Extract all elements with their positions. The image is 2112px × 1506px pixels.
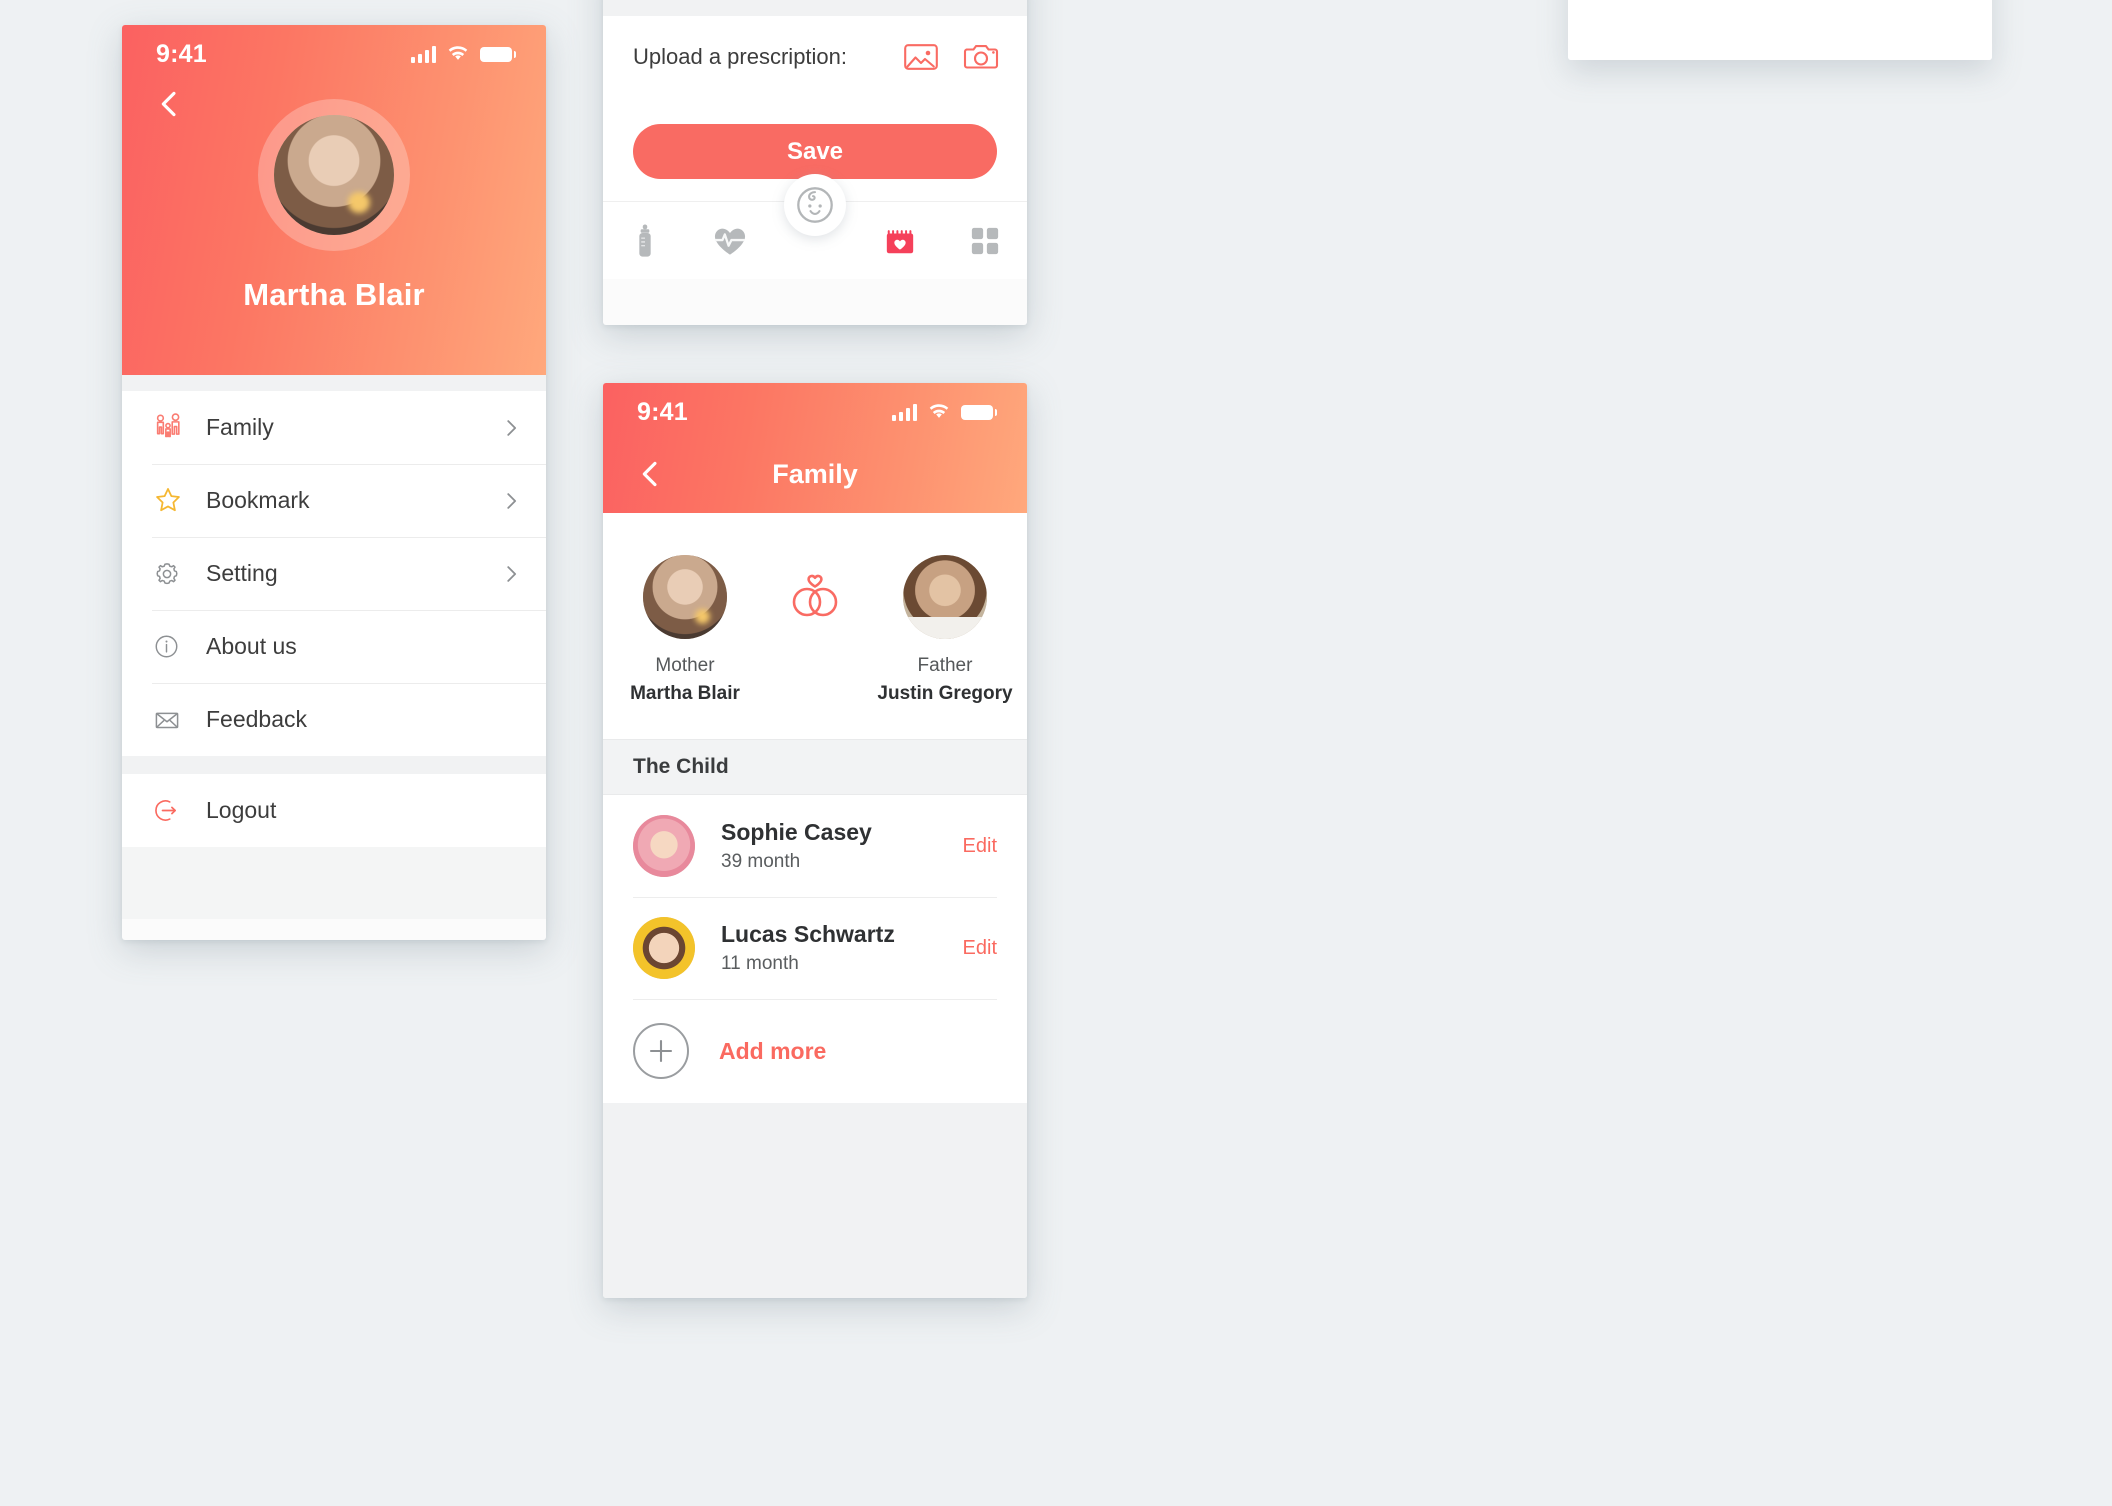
screenshot-stage: 9:41 Martha Blair Family Bookmark Settin… [0, 0, 2112, 1506]
upload-label: Upload a prescription: [633, 44, 848, 69]
wifi-icon [929, 404, 949, 418]
parent-mother[interactable]: Mother Martha Blair [610, 555, 760, 705]
child-info: Lucas Schwartz 11 month [721, 921, 963, 975]
star-icon [152, 485, 194, 517]
logout-group: Logout [122, 774, 546, 847]
parent-role: Mother [655, 655, 715, 676]
add-more-label: Add more [719, 1037, 827, 1064]
bottom-tab-bar [1568, 0, 1992, 60]
child-row[interactable]: Lucas Schwartz 11 month Edit [603, 897, 1027, 999]
wifi-icon [448, 46, 468, 60]
tab-calendar[interactable] [857, 225, 942, 257]
menu-item-logout[interactable]: Logout [122, 774, 546, 847]
envelope-icon [152, 705, 194, 735]
child-info: Sophie Casey 39 month [721, 819, 963, 873]
edit-child-button[interactable]: Edit [963, 937, 997, 960]
avatar[interactable] [274, 115, 394, 235]
parent-father[interactable]: Father Justin Gregory [870, 555, 1020, 705]
calendar-heart-icon [886, 229, 913, 253]
family-header: 9:41 Family [603, 383, 1027, 513]
family-bottom-area [603, 1103, 1027, 1298]
parent-name: Martha Blair [630, 683, 740, 704]
image-icon[interactable] [903, 41, 939, 73]
logout-icon [152, 795, 194, 826]
menu-item-setting[interactable]: Setting [122, 537, 546, 610]
battery-icon [961, 404, 997, 420]
tab-baby-center[interactable] [784, 174, 846, 236]
menu-top-gap [122, 375, 546, 391]
menu-item-bookmark[interactable]: Bookmark [122, 464, 546, 537]
child-row[interactable]: Sophie Casey 39 month Edit [603, 795, 1027, 897]
wedding-rings-heart-icon [760, 555, 870, 621]
chevron-right-icon [507, 492, 517, 509]
status-bar: 9:41 [603, 383, 1027, 435]
profile-user-name: Martha Blair [243, 277, 425, 312]
signal-bars-icon [411, 45, 436, 63]
profile-hero: 9:41 Martha Blair [122, 25, 546, 375]
parents-section: Mother Martha Blair Father Justin Gregor… [603, 513, 1027, 739]
child-name: Lucas Schwartz [721, 921, 895, 947]
father-avatar [903, 555, 987, 639]
chevron-right-icon [507, 565, 517, 582]
mother-avatar [643, 555, 727, 639]
menu-label: Setting [206, 560, 278, 586]
back-button[interactable] [152, 87, 186, 121]
back-button[interactable] [633, 457, 667, 491]
baby-bottle-icon [639, 223, 652, 257]
baby-face-icon [797, 187, 833, 223]
section-header-the-child: The Child [603, 739, 1027, 795]
sophie-avatar [633, 815, 695, 877]
status-time: 9:41 [637, 397, 688, 426]
plus-circle-icon [633, 1023, 689, 1079]
child-age: 39 month [721, 851, 801, 872]
menu-divider [122, 756, 546, 774]
lucas-avatar [633, 917, 695, 979]
menu-label: Feedback [206, 706, 308, 732]
child-age: 11 month [721, 953, 799, 974]
bottom-tab-bar [603, 174, 1027, 279]
heartbeat-icon [714, 228, 746, 255]
child-name: Sophie Casey [721, 819, 872, 845]
grid-icon [971, 227, 998, 254]
avatar-ring [258, 99, 410, 251]
add-more-button[interactable]: Add more [603, 999, 1027, 1103]
upload-prescription-row: Upload a prescription: [603, 16, 1027, 98]
parent-role: Father [917, 655, 973, 676]
menu-label: Logout [206, 797, 277, 823]
family-icon [152, 412, 194, 444]
profile-screen: 9:41 Martha Blair Family Bookmark Settin… [122, 25, 546, 940]
menu-label: About us [206, 633, 297, 659]
upload-prescription-screen: Upload a prescription: Save [603, 0, 1027, 325]
settings-menu: Family Bookmark Setting About us Feedbac… [122, 391, 546, 756]
status-bar: 9:41 [122, 25, 546, 77]
gear-icon [152, 559, 194, 589]
tab-health[interactable] [688, 225, 773, 257]
upload-actions [903, 41, 999, 73]
menu-bottom-area [122, 847, 546, 919]
status-icons [411, 45, 516, 63]
upload-gap [603, 0, 1027, 16]
menu-label: Bookmark [206, 487, 310, 513]
battery-icon [480, 46, 516, 62]
menu-item-family[interactable]: Family [122, 391, 546, 464]
menu-item-feedback[interactable]: Feedback [122, 683, 546, 756]
status-time: 9:41 [156, 39, 207, 68]
menu-item-about-us[interactable]: About us [122, 610, 546, 683]
chevron-right-icon [507, 419, 517, 436]
parent-name: Justin Gregory [877, 683, 1013, 704]
tab-bar-fragment [1568, 0, 1992, 60]
camera-icon[interactable] [963, 41, 999, 73]
menu-label: Family [206, 414, 274, 440]
edit-child-button[interactable]: Edit [963, 835, 997, 858]
tab-feeding[interactable] [603, 223, 688, 258]
family-navbar: Family [603, 435, 1027, 513]
signal-bars-icon [892, 403, 917, 421]
info-icon [152, 632, 194, 661]
tab-more[interactable] [942, 226, 1027, 256]
save-button[interactable]: Save [633, 124, 997, 179]
status-icons [892, 403, 997, 421]
family-screen: 9:41 Family Mother Martha Blair Father J… [603, 383, 1027, 1298]
